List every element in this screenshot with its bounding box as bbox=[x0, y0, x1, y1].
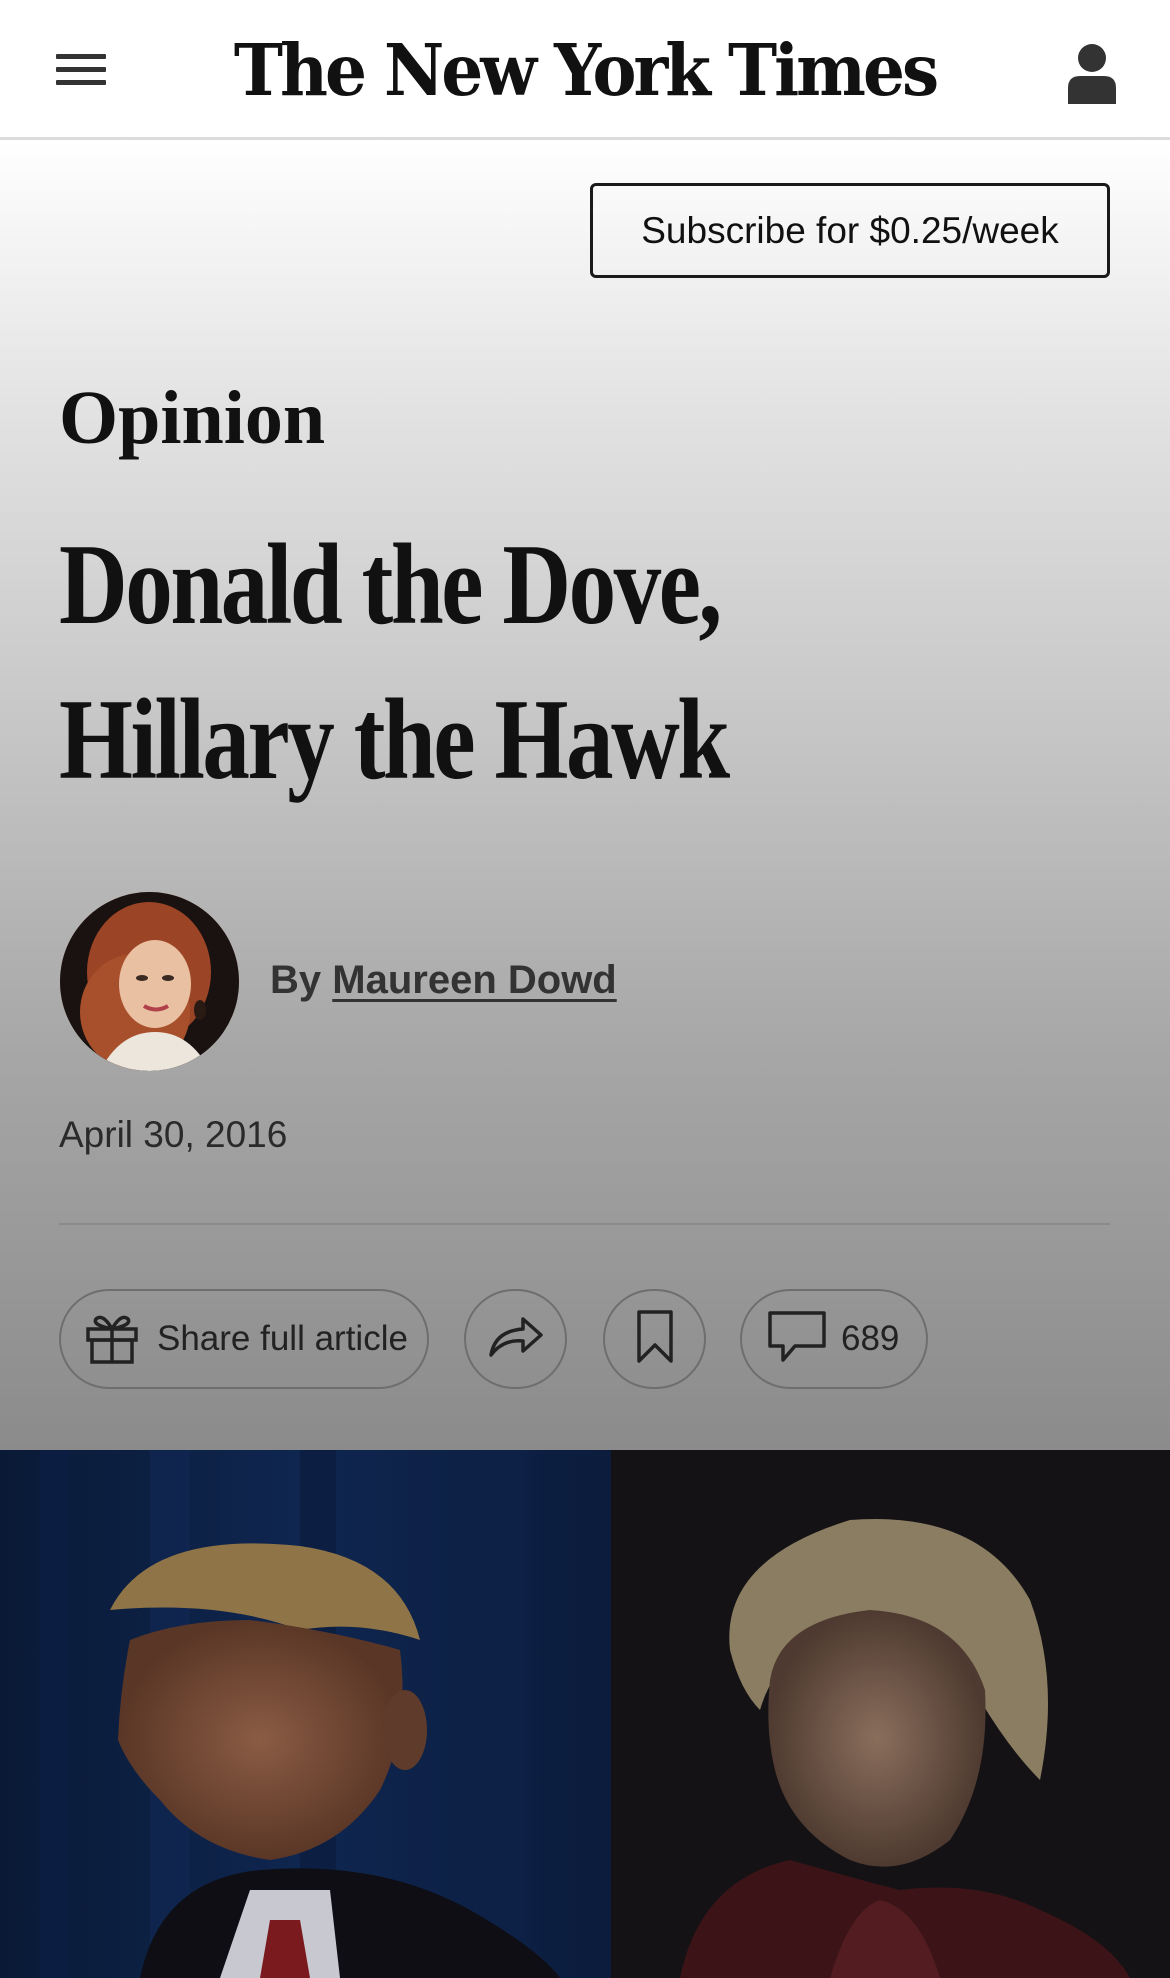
lead-photo[interactable] bbox=[0, 1450, 1170, 1978]
gift-icon bbox=[83, 1309, 141, 1370]
divider bbox=[59, 1223, 1110, 1225]
author-link[interactable]: Maureen Dowd bbox=[332, 958, 616, 1002]
headline-line-2: Hillary the Hawk bbox=[59, 676, 730, 804]
user-account-icon[interactable] bbox=[1066, 42, 1118, 104]
masthead: The New York Times bbox=[0, 0, 1170, 140]
publish-date: April 30, 2016 bbox=[59, 1114, 288, 1155]
section-label[interactable]: Opinion bbox=[59, 380, 325, 456]
byline: By Maureen Dowd bbox=[270, 958, 617, 1003]
headline-line-1: Donald the Dove, bbox=[59, 521, 722, 649]
save-button[interactable] bbox=[603, 1289, 706, 1389]
comments-count: 689 bbox=[841, 1319, 900, 1358]
comment-bubble-icon bbox=[767, 1310, 827, 1369]
bookmark-icon bbox=[635, 1309, 675, 1370]
hamburger-menu-icon[interactable] bbox=[56, 54, 106, 90]
author-avatar[interactable] bbox=[60, 892, 239, 1071]
article-headline: Donald the Dove, Hillary the Hawk bbox=[59, 508, 879, 818]
subscribe-button[interactable]: Subscribe for $0.25/week bbox=[590, 183, 1110, 278]
share-button[interactable] bbox=[464, 1289, 567, 1389]
byline-prefix: By bbox=[270, 958, 322, 1002]
share-full-article-label: Share full article bbox=[157, 1319, 408, 1358]
share-arrow-icon bbox=[487, 1315, 545, 1364]
share-full-article-button[interactable]: Share full article bbox=[59, 1289, 429, 1389]
comments-button[interactable]: 689 bbox=[740, 1289, 928, 1389]
nyt-logo[interactable]: The New York Times bbox=[234, 16, 939, 124]
